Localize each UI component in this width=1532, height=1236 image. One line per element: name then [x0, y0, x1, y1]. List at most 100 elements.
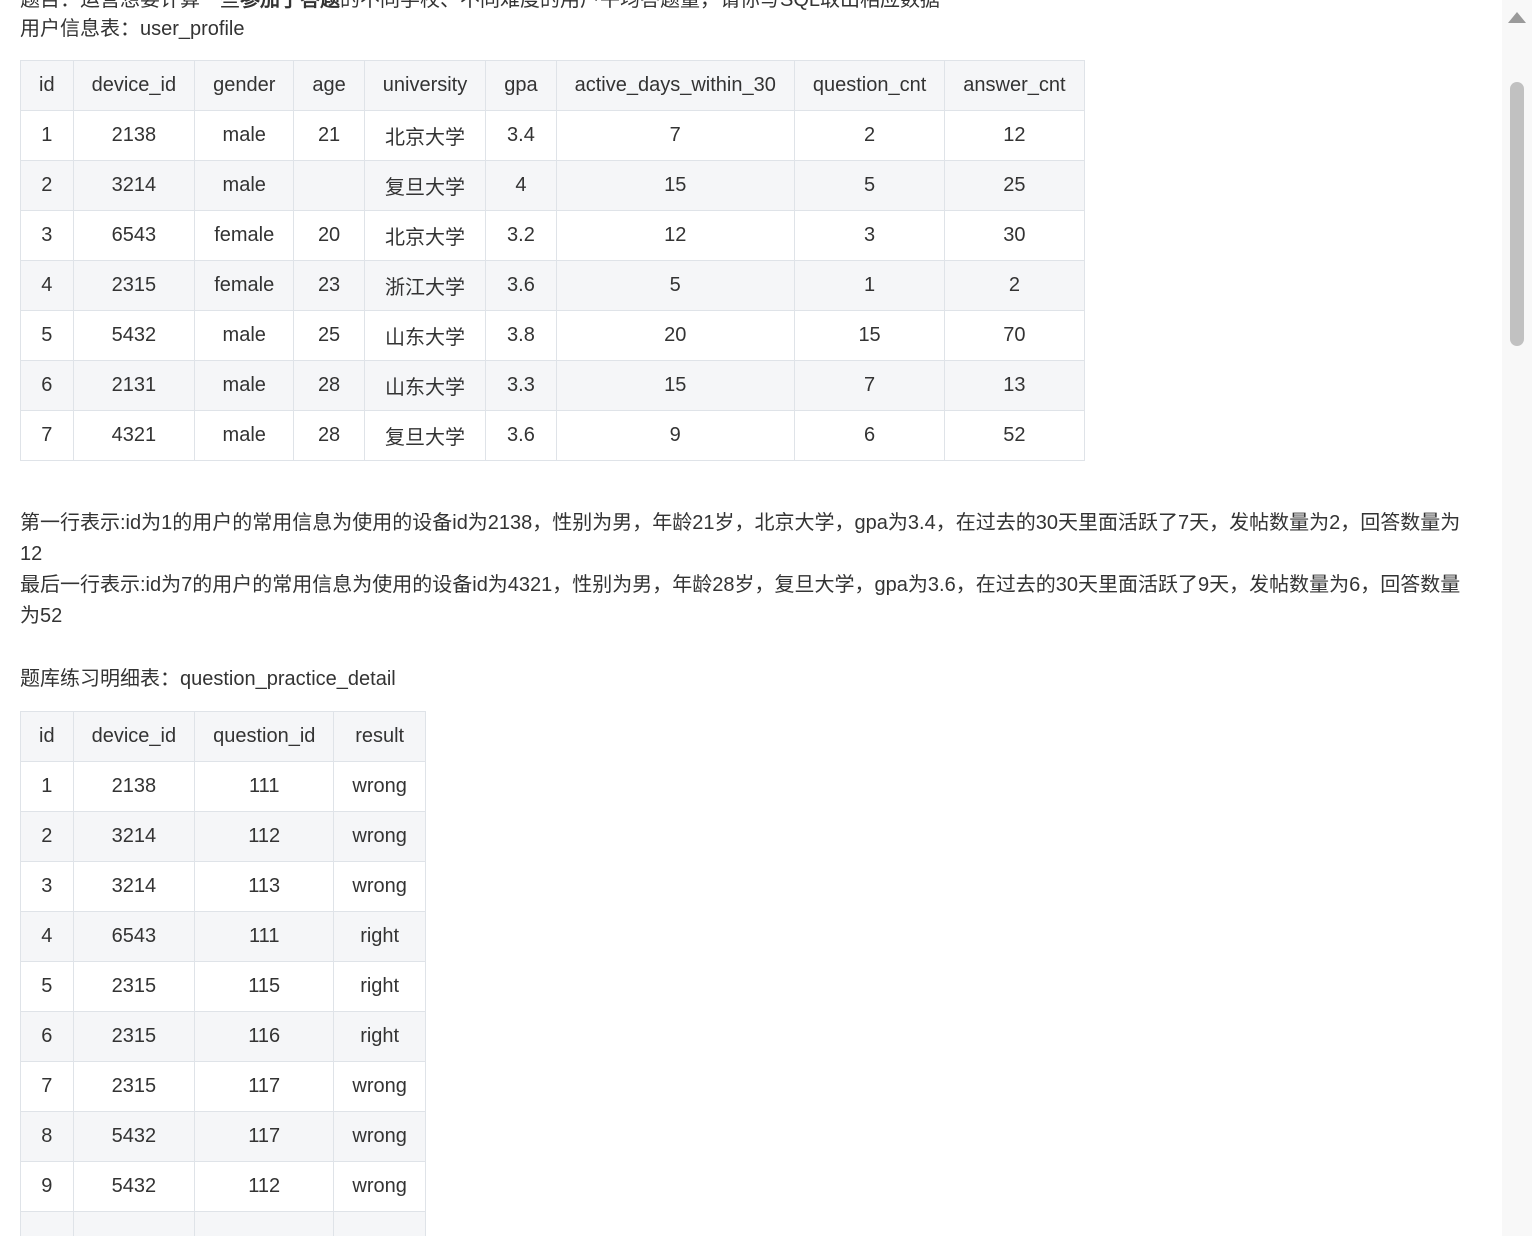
- table-cell: 111: [194, 761, 335, 812]
- column-header: result: [333, 711, 426, 762]
- table-cell: 25: [293, 310, 365, 361]
- table-cell: 7: [20, 1061, 74, 1112]
- table-cell: 3: [20, 210, 74, 261]
- first-row-explanation: 第一行表示:id为1的用户的常用信息为使用的设备id为2138，性别为男，年龄2…: [20, 512, 1461, 565]
- intro-text: 题目：运营想要计算一些: [20, 0, 240, 11]
- table-cell: 1: [20, 761, 74, 812]
- table-cell: 4321: [72, 410, 196, 461]
- table-cell: 5: [793, 160, 946, 211]
- table-cell: 1: [793, 260, 946, 311]
- table-cell: 112: [194, 811, 335, 862]
- table-cell: 23: [293, 260, 365, 311]
- table-cell: 5432: [72, 1161, 196, 1212]
- table-cell: wrong: [333, 811, 426, 862]
- table-cell: 52: [944, 410, 1085, 461]
- table-cell: 3214: [72, 160, 196, 211]
- table-cell: 山东大学: [363, 310, 487, 361]
- table-row: 8 5432 117 wrong: [20, 1111, 426, 1162]
- table-cell: female: [194, 260, 295, 311]
- column-header: age: [293, 60, 365, 111]
- table-cell: 3.4: [485, 110, 557, 161]
- table-cell: 21: [293, 110, 365, 161]
- table-cell: 15: [555, 160, 795, 211]
- table-cell: 6: [20, 1011, 74, 1062]
- table-cell: right: [333, 961, 426, 1012]
- table-cell: 3214: [72, 861, 196, 912]
- column-header: device_id: [72, 711, 196, 762]
- table-cell: 3214: [72, 811, 196, 862]
- table-cell: 7: [20, 410, 74, 461]
- table-cell: 7: [793, 360, 946, 411]
- table-cell: right: [333, 911, 426, 962]
- table-cell: 2138: [72, 110, 196, 161]
- table-row: 9 5432 112 wrong: [20, 1161, 426, 1212]
- table-cell: wrong: [333, 1161, 426, 1212]
- table-header-row: id device_id question_id result: [20, 711, 426, 762]
- table-cell: 3.6: [485, 260, 557, 311]
- user-profile-label: 用户信息表：user_profile: [20, 18, 245, 40]
- table-cell: 6543: [72, 210, 196, 261]
- table-cell: 15: [555, 360, 795, 411]
- table-cell: 北京大学: [363, 110, 487, 161]
- table-row: 4 2315 female 23 浙江大学 3.6 5 1 2: [20, 260, 1085, 311]
- column-header: question_cnt: [793, 60, 946, 111]
- table-cell: 25: [944, 160, 1085, 211]
- page: 题目：运营想要计算一些参加了答题的不同学校、不同难度的用户平均答题量，请你写SQ…: [0, 0, 1532, 1236]
- scrollbar-thumb[interactable]: [1510, 82, 1524, 346]
- table-cell: female: [194, 210, 295, 261]
- table-cell: 2138: [72, 761, 196, 812]
- table-row: 7 2315 117 wrong: [20, 1061, 426, 1112]
- table-cell: 20: [555, 310, 795, 361]
- table-cell: 4: [20, 260, 74, 311]
- column-header: id: [20, 60, 74, 111]
- table-cell: 70: [944, 310, 1085, 361]
- column-header: gender: [194, 60, 295, 111]
- question-practice-label: 题库练习明细表：question_practice_detail: [20, 668, 396, 690]
- table-cell: [194, 1211, 335, 1236]
- table-cell: 8: [20, 1111, 74, 1162]
- table-cell: male: [194, 410, 295, 461]
- table-cell: 2315: [72, 1011, 196, 1062]
- table-cell: 117: [194, 1111, 335, 1162]
- table-cell: 5: [20, 961, 74, 1012]
- table-cell: 5: [20, 310, 74, 361]
- table-cell: 116: [194, 1011, 335, 1062]
- table-cell: 2: [20, 811, 74, 862]
- table-cell: wrong: [333, 1111, 426, 1162]
- table-cell: [72, 1211, 196, 1236]
- table-cell: wrong: [333, 861, 426, 912]
- table-cell: 117: [194, 1061, 335, 1112]
- table-cell: 6: [793, 410, 946, 461]
- table-row: 2 3214 male 复旦大学 4 15 5 25: [20, 160, 1085, 211]
- intro-bold-text: 参加了答题: [240, 0, 340, 11]
- table-cell: 1: [20, 110, 74, 161]
- table-cell: 9: [555, 410, 795, 461]
- table-cell: 15: [793, 310, 946, 361]
- table-cell: 3: [20, 861, 74, 912]
- table-cell: 2131: [72, 360, 196, 411]
- problem-content: 题目：运营想要计算一些参加了答题的不同学校、不同难度的用户平均答题量，请你写SQ…: [20, 0, 1480, 1236]
- column-header: university: [363, 60, 487, 111]
- table-cell: 28: [293, 360, 365, 411]
- table-row: 6 2315 116 right: [20, 1011, 426, 1062]
- column-header: question_id: [194, 711, 335, 762]
- table-row: 1 2138 male 21 北京大学 3.4 7 2 12: [20, 110, 1085, 161]
- table-cell: 3.6: [485, 410, 557, 461]
- table-cell: 6: [20, 360, 74, 411]
- table-cell: 6543: [72, 911, 196, 962]
- table-cell: 112: [194, 1161, 335, 1212]
- table-cell: 28: [293, 410, 365, 461]
- table-cell: 复旦大学: [363, 410, 487, 461]
- vertical-scrollbar[interactable]: [1502, 0, 1532, 1236]
- table-cell: 2315: [72, 961, 196, 1012]
- column-header: active_days_within_30: [555, 60, 795, 111]
- table-row: 1 2138 111 wrong: [20, 761, 426, 812]
- table-header-row: id device_id gender age university gpa active_…: [20, 60, 1085, 111]
- table-cell: 5: [555, 260, 795, 311]
- table-cell: 2: [793, 110, 946, 161]
- column-header: device_id: [72, 60, 196, 111]
- triangle-up-icon[interactable]: [1508, 12, 1526, 23]
- table-cell: 5432: [72, 1111, 196, 1162]
- table-cell: [20, 1211, 74, 1236]
- table-cell: 北京大学: [363, 210, 487, 261]
